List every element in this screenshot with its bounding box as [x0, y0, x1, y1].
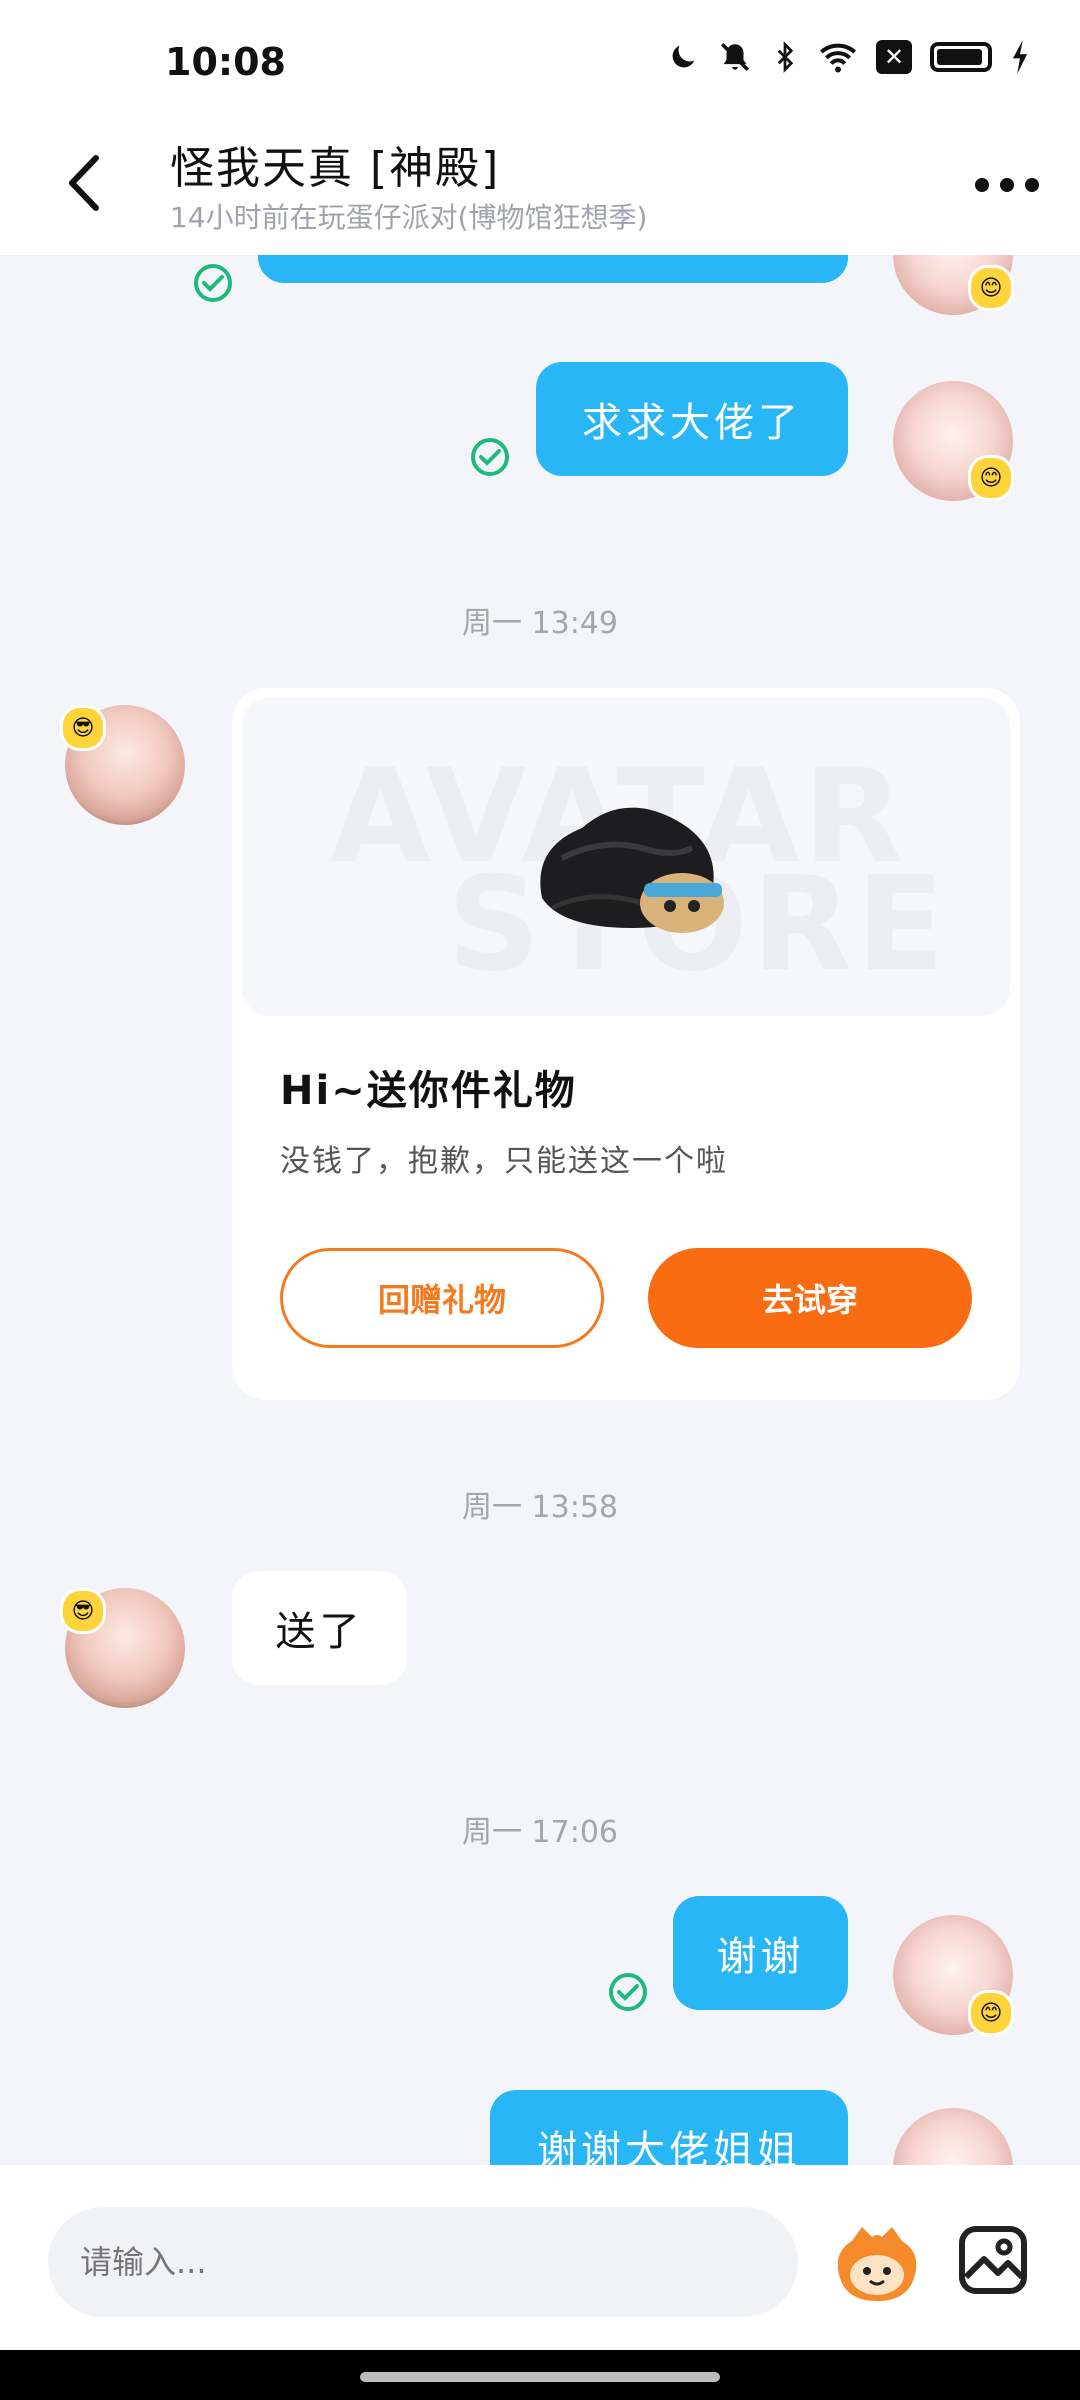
status-time: 10:08: [165, 40, 286, 84]
gift-card-title: Hi~送你件礼物: [280, 1068, 577, 1114]
avatar-badge-icon: 😊: [968, 1990, 1014, 2036]
message-bubble-outgoing[interactable]: 求求大佬了: [536, 362, 848, 476]
charging-icon: [1010, 40, 1030, 74]
emoji-mascot-button[interactable]: [832, 2223, 922, 2303]
more-button[interactable]: [972, 170, 1042, 200]
gift-card-description: 没钱了，抱歉，只能送这一个啦: [280, 1144, 728, 1179]
chat-subtitle: 14小时前在玩蛋仔派对(博物馆狂想季): [170, 201, 648, 234]
moon-icon: [666, 40, 700, 74]
sent-check-icon: [194, 264, 232, 302]
message-bubble-partial[interactable]: [258, 255, 848, 283]
sunglasses-badge-icon: 😎: [60, 1588, 106, 1634]
timestamp: 周一 13:49: [462, 606, 618, 641]
gift-item-hat-icon: [540, 807, 724, 933]
x-box-icon: ✕: [876, 40, 912, 74]
return-gift-button[interactable]: 回赠礼物: [280, 1248, 604, 1348]
chat-header: 怪我天真 [神殿] 14小时前在玩蛋仔派对(博物馆狂想季): [0, 120, 1080, 255]
more-dots-icon: [975, 178, 1039, 192]
sent-check-icon: [471, 438, 509, 476]
sunglasses-badge-icon: 😎: [60, 705, 106, 751]
status-icons: ✕: [666, 40, 1030, 74]
bluetooth-icon: [770, 40, 800, 74]
avatar-badge-icon: 😊: [968, 455, 1014, 501]
status-bar: 10:08 ✕: [0, 0, 1080, 120]
timestamp: 周一 13:58: [462, 1490, 618, 1525]
sent-check-icon: [609, 1973, 647, 2011]
input-bar: [0, 2165, 1080, 2350]
chat-title[interactable]: 怪我天真 [神殿]: [170, 132, 500, 196]
image-icon: [959, 2226, 1027, 2294]
gift-image: AVATAR STORE: [242, 698, 1010, 1016]
message-bubble-incoming[interactable]: 送了: [232, 1571, 407, 1685]
mascot-icon: [837, 2227, 917, 2301]
photo-button[interactable]: [958, 2225, 1028, 2295]
back-button[interactable]: [60, 148, 110, 218]
bell-off-icon: [718, 40, 752, 74]
system-nav-bar: [0, 2350, 1080, 2400]
battery-icon: [930, 42, 992, 72]
chat-messages[interactable]: 😊 求求大佬了 😊 周一 13:49 😎 AVATAR STORE Hi~送你件…: [0, 255, 1080, 2165]
message-bubble-outgoing[interactable]: 谢谢: [673, 1896, 848, 2010]
timestamp: 周一 17:06: [462, 1815, 618, 1850]
message-input[interactable]: [48, 2207, 798, 2317]
my-avatar[interactable]: [893, 2108, 1013, 2165]
avatar-badge-icon: 😊: [968, 265, 1014, 311]
chevron-left-icon: [69, 155, 99, 211]
wifi-icon: [818, 40, 858, 74]
home-indicator[interactable]: [360, 2372, 720, 2382]
try-on-button[interactable]: 去试穿: [648, 1248, 972, 1348]
gift-card[interactable]: AVATAR STORE Hi~送你件礼物 没钱了，抱歉，只能送这一个啦 回赠礼…: [232, 688, 1020, 1400]
message-bubble-outgoing[interactable]: 谢谢大佬姐姐: [490, 2090, 848, 2165]
